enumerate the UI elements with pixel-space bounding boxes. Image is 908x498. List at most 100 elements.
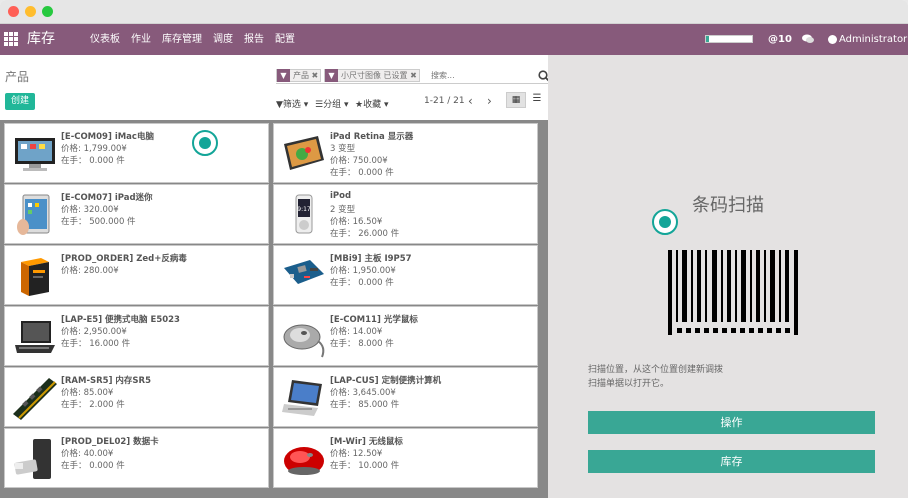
- product-detail: 在手： 0.000 件: [330, 278, 394, 288]
- menu-inventory-control[interactable]: 库存管理: [162, 24, 202, 55]
- product-detail: 2 变型: [330, 205, 356, 215]
- product-card[interactable]: [E-COM07] iPad迷你 价格: 320.00¥ 在手： 500.000 件: [4, 184, 269, 244]
- kanban-view-icon[interactable]: ▦: [506, 92, 526, 108]
- create-button[interactable]: 创建: [5, 93, 35, 110]
- avatar: [828, 34, 837, 44]
- product-name: [PROD_DEL02] 数据卡: [61, 437, 159, 447]
- groupby-dropdown[interactable]: ☰分组 ▾: [315, 97, 348, 110]
- top-navbar: 库存 仪表板 作业 库存管理 调度 报告 配置 @10 Administrato…: [0, 24, 908, 55]
- svg-text:9:17: 9:17: [297, 206, 311, 213]
- search-facet-image[interactable]: ▼ 小尺寸图像 已设置 ✖: [324, 69, 420, 82]
- product-name: [M-Wir] 无线鼠标: [330, 437, 403, 447]
- product-name: [RAM-SR5] 内存SR5: [61, 376, 152, 386]
- favorites-label: 收藏: [363, 100, 382, 110]
- close-window-icon[interactable]: [8, 6, 19, 17]
- product-name: [MBi9] 主板 I9P57: [330, 254, 412, 264]
- wireless-mouse-icon: [280, 435, 328, 483]
- product-detail: 价格: 750.00¥: [330, 156, 388, 166]
- window-titlebar: [0, 0, 908, 24]
- list-icon: ☰: [315, 100, 324, 110]
- product-detail: 价格: 3,645.00¥: [330, 388, 396, 398]
- product-detail: 价格: 1,950.00¥: [330, 266, 396, 276]
- pager-previous-icon[interactable]: ‹: [468, 94, 473, 108]
- product-card[interactable]: [MBi9] 主板 I9P57 价格: 1,950.00¥ 在手： 0.000 件: [273, 245, 538, 305]
- product-detail: 价格: 14.00¥: [330, 327, 383, 337]
- product-detail: 在手： 0.000 件: [61, 156, 125, 166]
- product-detail: 在手： 10.000 件: [330, 461, 400, 471]
- product-name: iPad Retina 显示器: [330, 132, 414, 142]
- close-icon[interactable]: ✖: [309, 71, 319, 80]
- star-icon: ★: [355, 100, 364, 110]
- chat-icon[interactable]: [802, 24, 814, 55]
- product-card[interactable]: [PROD_DEL02] 数据卡 价格: 40.00¥ 在手： 0.000 件: [4, 428, 269, 488]
- product-card[interactable]: [LAP-CUS] 定制便携计算机 价格: 3,645.00¥ 在手： 85.000…: [273, 367, 538, 427]
- favorites-dropdown[interactable]: ★收藏 ▾: [355, 97, 388, 110]
- product-name: [PROD_ORDER] Zed+反病毒: [61, 254, 187, 264]
- facet-label: 产品: [293, 71, 309, 80]
- breadcrumb: 产品: [5, 70, 30, 84]
- pager-value[interactable]: 1-21 / 21: [424, 96, 465, 106]
- software-box-icon: [11, 252, 59, 300]
- app-title[interactable]: 库存: [27, 24, 55, 55]
- product-name: [LAP-E5] 便携式电脑 E5023: [61, 315, 180, 325]
- product-detail: 在手： 8.000 件: [330, 339, 394, 349]
- product-card[interactable]: [M-Wir] 无线鼠标 价格: 12.50¥ 在手： 10.000 件: [273, 428, 538, 488]
- menu-reporting[interactable]: 报告: [244, 24, 264, 55]
- laptop-icon: [11, 313, 59, 361]
- search-facet-product[interactable]: ▼ 产品 ✖: [276, 69, 322, 82]
- user-name: Administrator: [839, 34, 908, 45]
- product-card[interactable]: [PROD_ORDER] Zed+反病毒 价格: 280.00¥: [4, 245, 269, 305]
- product-detail: 3 变型: [330, 144, 356, 154]
- product-name: iPod: [330, 191, 352, 201]
- close-icon[interactable]: ✖: [408, 71, 417, 80]
- product-detail: 在手： 85.000 件: [330, 400, 400, 410]
- ipad-retina-icon: [280, 130, 328, 178]
- imac-icon: [11, 130, 59, 178]
- menu-scheduling[interactable]: 调度: [213, 24, 233, 55]
- product-detail: 在手： 0.000 件: [330, 168, 394, 178]
- progress-bar: [705, 35, 753, 43]
- facet-label: 小尺寸图像 已设置: [341, 71, 408, 80]
- barcode-hint-line1: 扫描位置，从这个位置创建新调拨: [588, 365, 724, 375]
- product-card[interactable]: [E-COM09] iMac电脑 价格: 1,799.00¥ 在手： 0.000 件: [4, 123, 269, 183]
- minimize-window-icon[interactable]: [25, 6, 36, 17]
- product-detail: 在手： 2.000 件: [61, 400, 125, 410]
- product-card[interactable]: iPad Retina 显示器 3 变型价格: 750.00¥ 在手： 0.000 …: [273, 123, 538, 183]
- product-card[interactable]: [RAM-SR5] 内存SR5 价格: 85.00¥ 在手： 2.000 件: [4, 367, 269, 427]
- groupby-label: 分组: [323, 100, 342, 110]
- product-detail: 在手： 26.000 件: [330, 229, 400, 239]
- product-name: [E-COM09] iMac电脑: [61, 132, 154, 142]
- product-detail: 价格: 40.00¥: [61, 449, 114, 459]
- product-detail: 价格: 16.50¥: [330, 217, 383, 227]
- operations-button[interactable]: 操作: [588, 411, 875, 434]
- ipod-icon: 9:17: [280, 191, 328, 239]
- maximize-window-icon[interactable]: [42, 6, 53, 17]
- product-name: [E-COM07] iPad迷你: [61, 193, 153, 203]
- product-card[interactable]: 9:17 iPod 2 变型价格: 16.50¥ 在手： 26.000 件: [273, 184, 538, 244]
- filter-icon: ▼: [277, 69, 290, 82]
- mouse-icon: [280, 313, 328, 361]
- filters-dropdown[interactable]: ▼筛选 ▾: [276, 97, 308, 110]
- motherboard-icon: [280, 252, 328, 300]
- product-detail: 价格: 2,950.00¥: [61, 327, 127, 337]
- barcode-panel: 条码扫描 扫描位置，从这个位置创建新调拨 扫描单据以打开它。 操作 库存: [548, 55, 908, 498]
- touch-indicator: [652, 209, 678, 235]
- inventory-button[interactable]: 库存: [588, 450, 875, 473]
- messages-indicator[interactable]: @10: [768, 24, 792, 55]
- pager-next-icon[interactable]: ›: [487, 94, 492, 108]
- product-detail: 价格: 1,799.00¥: [61, 144, 127, 154]
- products-kanban-panel: 产品 创建 ▼产品 ✖ ▼小尺寸图像 已设置 ✖ ▼筛选 ▾ ☰分组 ▾ ★收藏…: [0, 55, 550, 498]
- user-menu[interactable]: Administrator ▾: [828, 24, 908, 55]
- menu-configuration[interactable]: 配置: [275, 24, 295, 55]
- product-detail: 在手： 0.000 件: [61, 461, 125, 471]
- app-menu-icon[interactable]: [4, 32, 18, 46]
- search-bar: ▼ 产品 ✖ ▼ 小尺寸图像 已设置 ✖: [276, 68, 550, 84]
- menu-operations[interactable]: 作业: [131, 24, 151, 55]
- menu-dashboard[interactable]: 仪表板: [90, 24, 120, 55]
- touch-indicator: [192, 130, 218, 156]
- search-input[interactable]: [431, 69, 531, 82]
- product-detail: 价格: 280.00¥: [61, 266, 119, 276]
- product-card[interactable]: [E-COM11] 光学鼠标 价格: 14.00¥ 在手： 8.000 件: [273, 306, 538, 366]
- product-card[interactable]: [LAP-E5] 便携式电脑 E5023 价格: 2,950.00¥ 在手： 16.…: [4, 306, 269, 366]
- list-view-icon[interactable]: ☰: [530, 92, 544, 108]
